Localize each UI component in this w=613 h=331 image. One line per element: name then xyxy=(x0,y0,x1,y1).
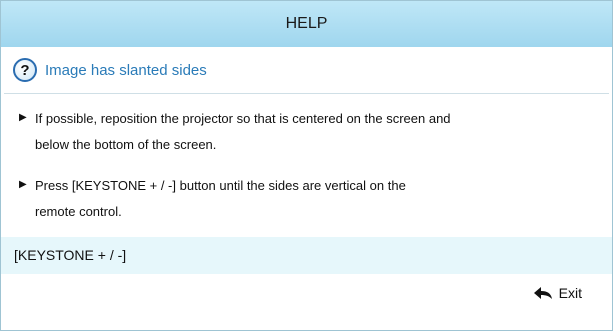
question-icon: ? xyxy=(13,58,37,82)
exit-label: Exit xyxy=(558,285,582,301)
dialog-footer: Exit xyxy=(1,274,612,314)
step-1-line-1: If possible, reposition the projector so… xyxy=(35,111,451,126)
help-content: ▶ If possible, reposition the projector … xyxy=(1,94,612,237)
help-step-2: ▶ Press [KEYSTONE + / -] button until th… xyxy=(19,177,592,221)
bullet-arrow-icon: ▶ xyxy=(19,179,27,190)
help-topic: ? Image has slanted sides xyxy=(1,47,612,93)
keystone-button-hint: [KEYSTONE + / -] xyxy=(1,237,612,274)
exit-button[interactable]: Exit xyxy=(533,285,582,301)
step-2-line-2: remote control. xyxy=(35,204,122,219)
step-2-line-1: Press [KEYSTONE + / -] button until the … xyxy=(35,178,406,193)
step-1-line-2: below the bottom of the screen. xyxy=(35,137,217,152)
bullet-arrow-icon: ▶ xyxy=(19,112,27,123)
help-dialog: HELP ? Image has slanted sides ▶ If poss… xyxy=(0,0,613,331)
dialog-title: HELP xyxy=(1,1,612,47)
topic-title: Image has slanted sides xyxy=(45,61,207,79)
back-arrow-icon xyxy=(533,287,552,299)
help-step-1: ▶ If possible, reposition the projector … xyxy=(19,110,592,154)
